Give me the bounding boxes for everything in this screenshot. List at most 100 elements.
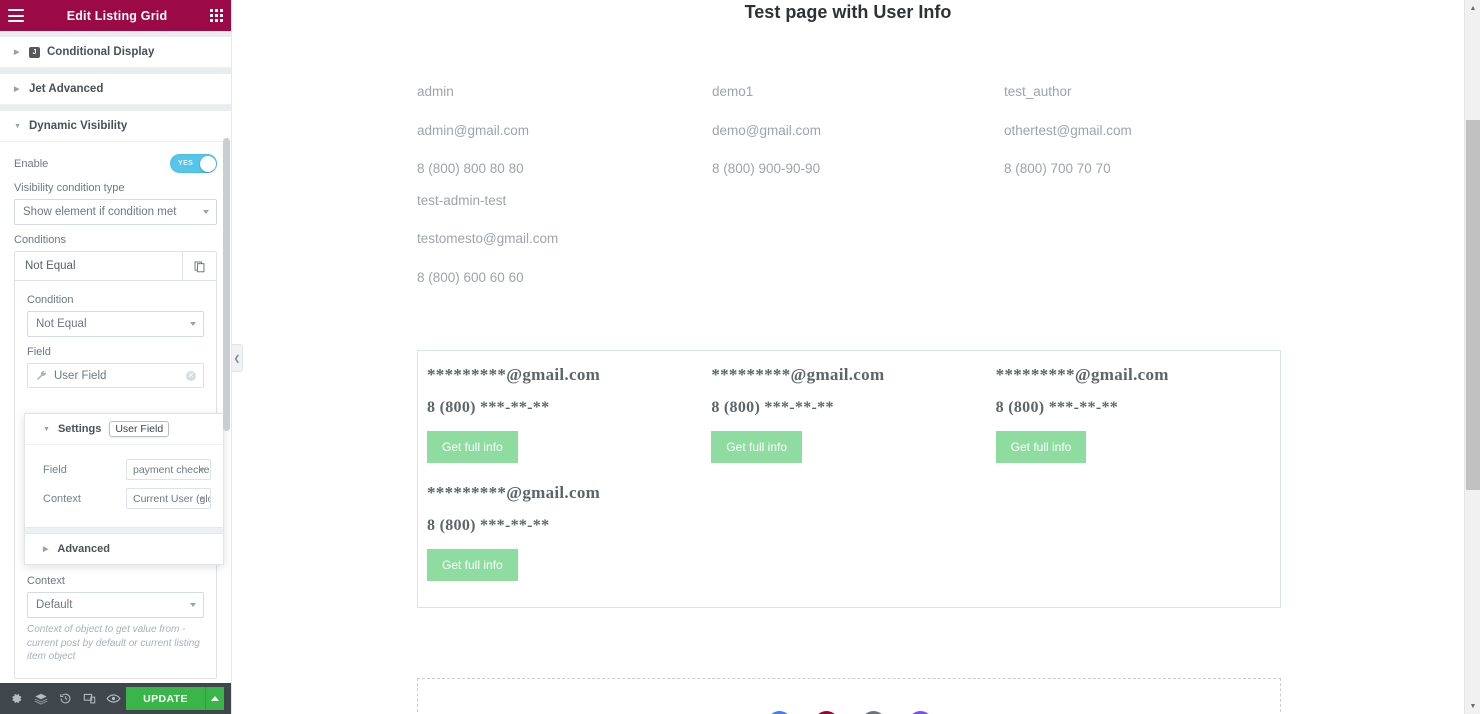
user-phone: 8 (800) 700 70 70 <box>1004 161 1111 176</box>
popup-separator <box>25 527 223 534</box>
panel-collapse-handle[interactable]: ❮ <box>232 344 243 372</box>
toggle-value: YES <box>178 160 194 167</box>
repeater-row: Not Equal <box>15 252 216 281</box>
chevron-down-icon: ▼ <box>14 122 21 130</box>
user-email: admin@gmail.com <box>417 122 529 138</box>
popup-context-label: Context <box>43 492 81 505</box>
popup-row-field: Field payment checke <box>43 459 211 480</box>
listing-item: *********@gmail.com 8 (800) ***-**-** Ge… <box>711 365 995 483</box>
context-label: Context <box>27 575 65 587</box>
user-name: admin <box>417 84 454 99</box>
dynamic-tag-settings-popup: ▼ Settings User Field Field payment chec… <box>24 413 224 565</box>
gear-icon[interactable] <box>4 683 28 714</box>
chevron-down-icon <box>203 210 209 214</box>
accordion-label: Dynamic Visibility <box>29 120 128 132</box>
accordion-dynamic-visibility[interactable]: ▼ Dynamic Visibility <box>0 111 231 142</box>
accordion-conditional-display[interactable]: ▶ J Conditional Display <box>0 37 231 68</box>
popup-context-select[interactable]: Current User (glo <box>126 488 211 509</box>
panel-footer: UPDATE <box>0 683 231 714</box>
user-name: test-admin-test <box>417 192 507 208</box>
panel-scrollbar-thumb[interactable] <box>223 138 230 431</box>
popup-settings-label: Settings <box>57 423 102 435</box>
accordion-label: Jet Advanced <box>29 83 104 95</box>
listing-grid-widget[interactable]: *********@gmail.com 8 (800) ***-**-** Ge… <box>417 350 1281 608</box>
user-cell: test_author othertest@gmail.com 8 (800) … <box>1004 85 1297 178</box>
masked-email: *********@gmail.com <box>427 483 601 502</box>
chevron-down-icon <box>190 603 196 607</box>
chevron-right-icon: ▶ <box>43 546 49 553</box>
duplicate-icon[interactable] <box>182 252 216 280</box>
get-full-info-button[interactable]: Get full info <box>427 549 518 581</box>
chevron-down-icon <box>199 497 205 500</box>
conditions-label: Conditions <box>14 234 66 246</box>
condition-value: Not Equal <box>36 318 87 330</box>
popup-advanced-label: Advanced <box>57 543 110 555</box>
hamburger-icon[interactable] <box>8 9 24 22</box>
browser-scrollbar[interactable]: ▲ ▼ <box>1464 0 1480 714</box>
listing-item: *********@gmail.com 8 (800) ***-**-** Ge… <box>995 365 1280 483</box>
masked-phone: 8 (800) ***-**-** <box>427 399 550 416</box>
context-select[interactable]: Default <box>27 592 204 618</box>
user-email: testomesto@gmail.com <box>417 231 559 246</box>
accordion-label: Conditional Display <box>47 46 155 58</box>
empty-section-placeholder[interactable] <box>417 678 1281 714</box>
popup-advanced-header[interactable]: ▶ Advanced <box>25 534 223 564</box>
clear-circle-icon[interactable]: ✕ <box>186 370 196 381</box>
masked-phone: 8 (800) ***-**-** <box>995 399 1119 416</box>
elementor-editor-panel: Edit Listing Grid ▶ J Conditional Displa… <box>0 0 232 714</box>
popup-field-select[interactable]: payment checke <box>126 459 211 480</box>
user-name: test_author <box>1004 84 1072 99</box>
user-email: othertest@gmail.com <box>1004 122 1132 138</box>
popup-row-context: Context Current User (glo <box>43 488 211 509</box>
listing-item: *********@gmail.com 8 (800) ***-**-** Ge… <box>427 365 711 483</box>
responsive-icon[interactable] <box>77 683 101 714</box>
masked-email: *********@gmail.com <box>427 365 601 384</box>
chevron-right-icon: ▶ <box>14 86 20 93</box>
repeater-item-title[interactable]: Not Equal <box>15 252 182 280</box>
masked-email: *********@gmail.com <box>995 365 1169 384</box>
get-full-info-button[interactable]: Get full info <box>711 431 803 463</box>
user-name: demo1 <box>712 84 754 99</box>
wrench-icon <box>37 370 46 380</box>
enable-label: Enable <box>14 157 49 170</box>
user-phone: 8 (800) 600 60 60 <box>417 269 524 285</box>
condition-type-select[interactable]: Show element if condition met <box>14 199 217 225</box>
masked-email: *********@gmail.com <box>711 365 885 384</box>
condition-select[interactable]: Not Equal <box>27 311 204 337</box>
preview-eye-icon[interactable] <box>102 683 126 714</box>
get-full-info-button[interactable]: Get full info <box>995 431 1087 463</box>
condition-type-label: Visibility condition type <box>14 182 125 194</box>
accordion-jet-advanced[interactable]: ▶ Jet Advanced <box>0 74 231 105</box>
user-cell: test-admin-test testomesto@gmail.com 8 (… <box>417 192 712 287</box>
update-button[interactable]: UPDATE <box>126 687 205 710</box>
user-phone: 8 (800) 900-90-90 <box>712 161 821 176</box>
toggle-knob <box>199 155 216 172</box>
field-dynamic-tag[interactable]: User Field ✕ <box>27 363 204 388</box>
panel-scroll-area: ▶ J Conditional Display ▶ Jet Advanced ▼… <box>0 31 231 683</box>
popup-field-value: payment checke <box>133 463 210 476</box>
preview-canvas: Test page with User Info admin admin@gma… <box>232 0 1480 714</box>
popup-settings-header[interactable]: ▼ Settings User Field <box>25 414 223 445</box>
dynamic-visibility-controls: Enable YES Visibility condition type Sho… <box>0 142 231 679</box>
scroll-up-arrow[interactable]: ▲ <box>1465 0 1480 16</box>
caret-up-icon[interactable] <box>204 687 224 710</box>
browser-scrollbar-thumb[interactable] <box>1466 120 1480 490</box>
context-value: Default <box>36 599 73 611</box>
apps-grid-icon[interactable] <box>210 9 223 22</box>
masked-phone: 8 (800) ***-**-** <box>711 399 834 416</box>
context-hint: Context of object to get value from - cu… <box>27 624 200 662</box>
get-full-info-button[interactable]: Get full info <box>427 431 518 463</box>
enable-toggle[interactable]: YES <box>170 154 217 173</box>
scroll-down-arrow[interactable]: ▼ <box>1465 698 1480 714</box>
panel-scrollbar[interactable] <box>223 31 230 683</box>
panel-header: Edit Listing Grid <box>0 0 231 31</box>
chevron-right-icon: ▶ <box>14 49 20 56</box>
condition-type-value: Show element if condition met <box>23 206 177 218</box>
field-label: Field <box>27 346 51 358</box>
history-icon[interactable] <box>53 683 77 714</box>
field-value: User Field <box>54 369 107 382</box>
condition-label: Condition <box>27 294 74 306</box>
layers-icon[interactable] <box>28 683 52 714</box>
user-cell: demo1 demo@gmail.com 8 (800) 900-90-90 <box>712 85 1004 178</box>
jet-badge-icon: J <box>29 46 40 58</box>
